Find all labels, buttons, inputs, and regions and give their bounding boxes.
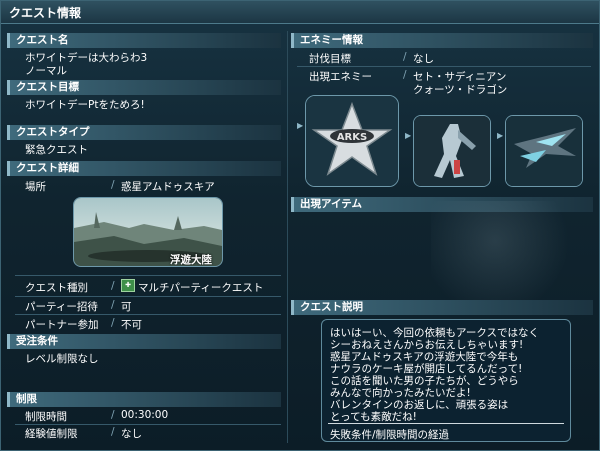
quartz-dragon-portrait	[506, 116, 582, 186]
description-divider	[328, 423, 564, 424]
quest-info-window: クエスト情報 クエスト名 ホワイトデーは大わらわ3 ノーマル クエスト目標 ホワ…	[0, 0, 600, 451]
arrow-left-icon[interactable]: ▶	[297, 121, 303, 130]
quest-kind-label: クエスト種別	[25, 282, 88, 294]
quest-type-header: クエストタイプ	[7, 125, 281, 140]
window-title: クエスト情報	[9, 6, 82, 20]
arks-emblem-star-icon: ARKS	[306, 96, 398, 186]
quest-goal: ホワイトデーPtをためろ!	[25, 99, 145, 111]
quest-name-header: クエスト名	[7, 33, 281, 48]
quest-goal-header: クエスト目標	[7, 80, 281, 95]
location-image: 浮遊大陸	[73, 197, 223, 267]
quest-type: 緊急クエスト	[25, 144, 88, 156]
divider	[15, 314, 281, 315]
location-caption: 浮遊大陸	[170, 254, 212, 266]
divider	[15, 296, 281, 297]
enemy-card-set-sadinian[interactable]	[413, 115, 491, 187]
separator-slash: /	[111, 317, 115, 329]
separator-slash: /	[111, 179, 115, 191]
separator-slash: /	[111, 280, 115, 292]
enemy-name-2: クォーツ・ドラゴン	[413, 84, 508, 96]
kill-target-value: なし	[413, 53, 434, 65]
divider	[15, 275, 281, 276]
appearing-enemies-label: 出現エネミー	[309, 71, 372, 83]
column-divider	[287, 31, 288, 443]
fail-condition: 失敗条件/制限時間の経過	[330, 429, 450, 441]
location-value: 惑星アムドゥスキア	[121, 181, 215, 193]
emblem-text: ARKS	[337, 132, 367, 143]
enemy-info-header: エネミー情報	[291, 33, 593, 48]
divider	[297, 66, 591, 67]
separator-slash: /	[111, 426, 115, 438]
party-invite-value: 可	[121, 301, 132, 313]
quest-difficulty: ノーマル	[25, 65, 67, 77]
partner-label: パートナー参加	[25, 319, 99, 331]
separator-slash: /	[111, 299, 115, 311]
quest-detail-header: クエスト詳細	[7, 161, 281, 176]
separator-slash: /	[403, 51, 407, 63]
exp-limit-value: なし	[121, 428, 142, 440]
separator-slash: /	[111, 409, 115, 421]
divider	[15, 424, 281, 425]
party-invite-label: パーティー招待	[25, 301, 98, 313]
quest-description-header: クエスト説明	[291, 300, 593, 315]
arrow-icon: ▶	[405, 131, 412, 140]
order-conditions: レベル制限なし	[25, 353, 99, 365]
quest-description-box: はいはーい、今回の依頼もアークスではなく シーおねえさんからお伝えしちゃいます!…	[321, 319, 571, 442]
quest-kind-value: マルチパーティークエスト	[138, 282, 264, 294]
multi-party-icon: ✚	[121, 279, 135, 292]
separator-slash: /	[403, 69, 407, 81]
enemy-card-emblem[interactable]: ARKS	[305, 95, 399, 187]
order-conditions-header: 受注条件	[7, 334, 281, 349]
time-limit-value: 00:30:00	[121, 409, 169, 421]
arrow-icon: ▶	[497, 131, 504, 140]
kill-target-label: 討伐目標	[309, 53, 351, 65]
exp-limit-label: 経験値制限	[25, 428, 78, 440]
background-character-silhouette	[431, 201, 591, 301]
location-label: 場所	[25, 181, 46, 193]
title-bar: クエスト情報	[1, 1, 599, 24]
description-line: とっても素敵だね!	[330, 411, 417, 423]
limits-header: 制限	[7, 392, 281, 407]
set-sadinian-portrait	[414, 116, 490, 186]
time-limit-label: 制限時間	[25, 411, 67, 423]
enemy-card-quartz-dragon[interactable]	[505, 115, 583, 187]
partner-value: 不可	[121, 319, 142, 331]
